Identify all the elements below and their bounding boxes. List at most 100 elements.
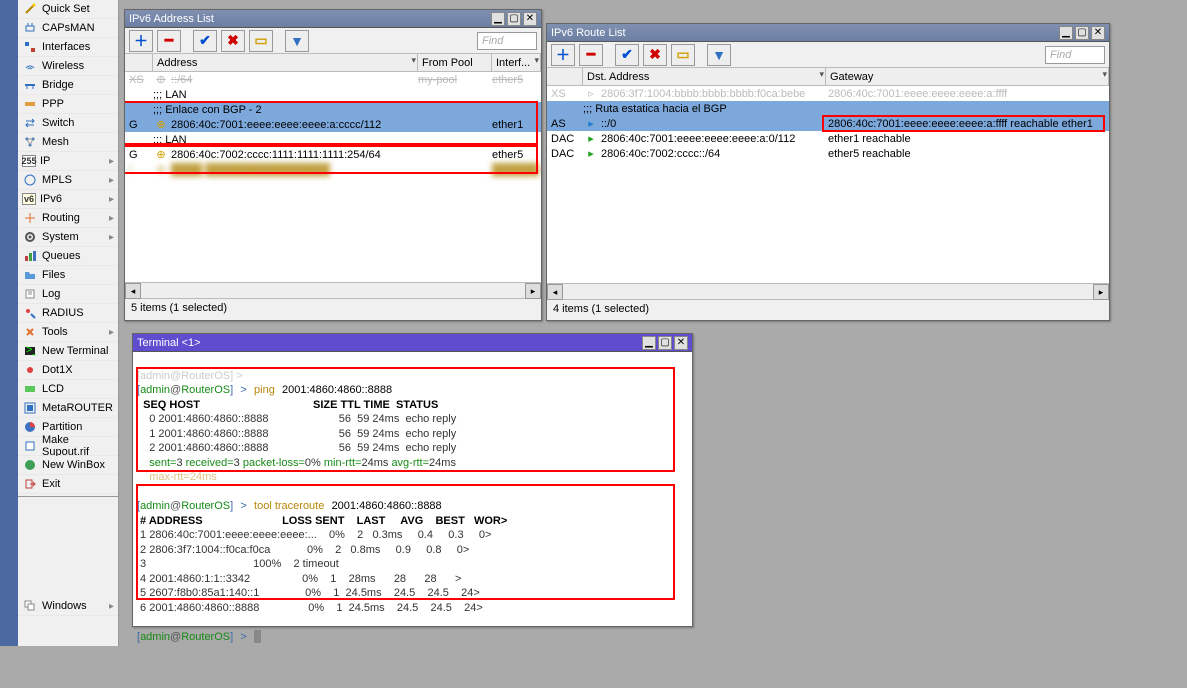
sidebar-item-new-winbox[interactable]: New WinBox <box>18 456 118 475</box>
scroll-left-icon[interactable]: ◂ <box>547 284 563 300</box>
partition-icon <box>22 419 38 435</box>
maximize-button[interactable]: ▢ <box>1075 26 1089 40</box>
sidebar-item-label: Files <box>42 269 65 281</box>
sidebar-item-radius[interactable]: RADIUS <box>18 304 118 323</box>
add-button[interactable]: ＋ <box>129 30 153 52</box>
sidebar-item-tools[interactable]: Tools▸ <box>18 323 118 342</box>
sidebar-item-ip[interactable]: 255IP▸ <box>18 152 118 171</box>
dst-column[interactable]: Dst. Address▾ <box>583 68 826 85</box>
frompool-column[interactable]: From Pool <box>418 54 492 71</box>
horizontal-scrollbar[interactable]: ◂▸ <box>547 283 1109 299</box>
find-input[interactable]: Find <box>477 32 537 50</box>
sidebar-item-make-supout[interactable]: Make Supout.rif <box>18 437 118 456</box>
maximize-button[interactable]: ▢ <box>507 12 521 26</box>
sidebar-item-label: Quick Set <box>42 3 90 15</box>
minimize-button[interactable]: ▁ <box>1059 26 1073 40</box>
sidebar-item-windows[interactable]: Windows▸ <box>18 597 118 616</box>
address-list[interactable]: XS⊕ ::/64my-poolether5 ;;; LAN ;;; Enlac… <box>125 72 541 282</box>
close-button[interactable]: ✕ <box>523 12 537 26</box>
comment-button[interactable]: ▭ <box>671 44 695 66</box>
sidebar-item-interfaces[interactable]: Interfaces <box>18 38 118 57</box>
table-row-comment[interactable]: ;;; Ruta estatica hacia el BGP <box>547 101 1109 116</box>
flag-column[interactable] <box>125 54 153 71</box>
sidebar-item-routing[interactable]: Routing▸ <box>18 209 118 228</box>
table-row[interactable]: I⊕ ████ ██████████████████████ <box>125 162 541 177</box>
sidebar-item-exit[interactable]: Exit <box>18 475 118 494</box>
chevron-right-icon: ▸ <box>109 175 114 186</box>
disable-button[interactable]: ✖ <box>643 44 667 66</box>
main-sidebar: Quick Set CAPsMAN Interfaces Wireless Br… <box>18 0 119 646</box>
table-row[interactable]: DAC▸ 2806:40c:7001:eeee:eeee:eeee:a:0/11… <box>547 131 1109 146</box>
minimize-button[interactable]: ▁ <box>491 12 505 26</box>
scroll-right-icon[interactable]: ▸ <box>1093 284 1109 300</box>
sidebar-item-switch[interactable]: Switch <box>18 114 118 133</box>
sidebar-item-bridge[interactable]: Bridge <box>18 76 118 95</box>
sidebar-item-label: Dot1X <box>42 364 73 376</box>
sidebar-item-log[interactable]: Log <box>18 285 118 304</box>
address-column[interactable]: Address▾ <box>153 54 418 71</box>
minimize-button[interactable]: ▁ <box>642 336 656 350</box>
trace-line: 5 2607:f8b0:85a1:140::1 0% 1 24.5ms 24.5… <box>137 587 480 599</box>
disable-button[interactable]: ✖ <box>221 30 245 52</box>
titlebar[interactable]: Terminal <1> ▁ ▢ ✕ <box>133 334 692 352</box>
sidebar-item-capsman[interactable]: CAPsMAN <box>18 19 118 38</box>
chevron-down-icon[interactable]: ▾ <box>1102 69 1107 80</box>
chevron-down-icon[interactable]: ▾ <box>411 55 416 66</box>
route-list[interactable]: XS▹ 2806:3f7:1004:bbbb:bbbb:bbbb:f0ca:be… <box>547 86 1109 283</box>
sidebar-item-queues[interactable]: Queues <box>18 247 118 266</box>
sidebar-item-label: CAPsMAN <box>42 22 95 34</box>
find-input[interactable]: Find <box>1045 46 1105 64</box>
sidebar-item-dot1x[interactable]: Dot1X <box>18 361 118 380</box>
table-row-comment[interactable]: ;;; Enlace con BGP - 2 <box>125 102 541 117</box>
titlebar[interactable]: IPv6 Address List ▁ ▢ ✕ <box>125 10 541 28</box>
chevron-down-icon[interactable]: ▾ <box>819 69 824 80</box>
flag-column[interactable] <box>547 68 583 85</box>
sidebar-item-files[interactable]: Files <box>18 266 118 285</box>
comment-button[interactable]: ▭ <box>249 30 273 52</box>
table-row[interactable]: G⊕ 2806:40c:7002:cccc:1111:1111:1111:254… <box>125 147 541 162</box>
gateway-column[interactable]: Gateway▾ <box>826 68 1109 85</box>
winbox-icon <box>22 457 38 473</box>
filter-button[interactable]: ▼ <box>285 30 309 52</box>
chevron-down-icon[interactable]: ▾ <box>534 55 539 66</box>
table-row-comment[interactable]: ;;; LAN <box>125 87 541 102</box>
sidebar-item-new-terminal[interactable]: >_New Terminal <box>18 342 118 361</box>
trace-line: 6 2001:4860:4860::8888 0% 1 24.5ms 24.5 … <box>137 602 483 614</box>
sidebar-item-mesh[interactable]: Mesh <box>18 133 118 152</box>
scroll-right-icon[interactable]: ▸ <box>525 283 541 299</box>
maximize-button[interactable]: ▢ <box>658 336 672 350</box>
titlebar[interactable]: IPv6 Route List ▁ ▢ ✕ <box>547 24 1109 42</box>
table-row[interactable]: XS▹ 2806:3f7:1004:bbbb:bbbb:bbbb:f0ca:be… <box>547 86 1109 101</box>
sidebar-item-quick-set[interactable]: Quick Set <box>18 0 118 19</box>
sidebar-item-metarouter[interactable]: MetaROUTER <box>18 399 118 418</box>
mesh-icon <box>22 134 38 150</box>
sidebar-item-ppp[interactable]: PPP <box>18 95 118 114</box>
ipv6-route-window: IPv6 Route List ▁ ▢ ✕ ＋ ━ ✔ ✖ ▭ ▼ Find D… <box>546 23 1110 321</box>
metarouter-icon <box>22 400 38 416</box>
add-button[interactable]: ＋ <box>551 44 575 66</box>
table-row[interactable]: AS▸ ::/02806:40c:7001:eeee:eeee:eeee:a:f… <box>547 116 1109 131</box>
sidebar-item-lcd[interactable]: LCD <box>18 380 118 399</box>
sidebar-item-system[interactable]: System▸ <box>18 228 118 247</box>
enable-button[interactable]: ✔ <box>193 30 217 52</box>
remove-button[interactable]: ━ <box>579 44 603 66</box>
table-row[interactable]: DAC▸ 2806:40c:7002:cccc::/64ether5 reach… <box>547 146 1109 161</box>
close-button[interactable]: ✕ <box>674 336 688 350</box>
sidebar-item-ipv6[interactable]: v6IPv6▸ <box>18 190 118 209</box>
scroll-left-icon[interactable]: ◂ <box>125 283 141 299</box>
horizontal-scrollbar[interactable]: ◂▸ <box>125 282 541 298</box>
sidebar-item-label: New WinBox <box>42 459 105 471</box>
table-row-comment[interactable]: ;;; LAN <box>125 132 541 147</box>
radius-icon <box>22 305 38 321</box>
sidebar-item-wireless[interactable]: Wireless <box>18 57 118 76</box>
table-row[interactable]: XS⊕ ::/64my-poolether5 <box>125 72 541 87</box>
window-title: Terminal <1> <box>137 337 640 349</box>
remove-button[interactable]: ━ <box>157 30 181 52</box>
table-row[interactable]: G⊕ 2806:40c:7001:eeee:eeee:eeee:a:cccc/1… <box>125 117 541 132</box>
enable-button[interactable]: ✔ <box>615 44 639 66</box>
close-button[interactable]: ✕ <box>1091 26 1105 40</box>
filter-button[interactable]: ▼ <box>707 44 731 66</box>
terminal-output[interactable]: [admin@RouterOS] > [admin@RouterOS] > pi… <box>133 352 692 626</box>
sidebar-item-mpls[interactable]: MPLS▸ <box>18 171 118 190</box>
interface-column[interactable]: Interf...▾ <box>492 54 541 71</box>
